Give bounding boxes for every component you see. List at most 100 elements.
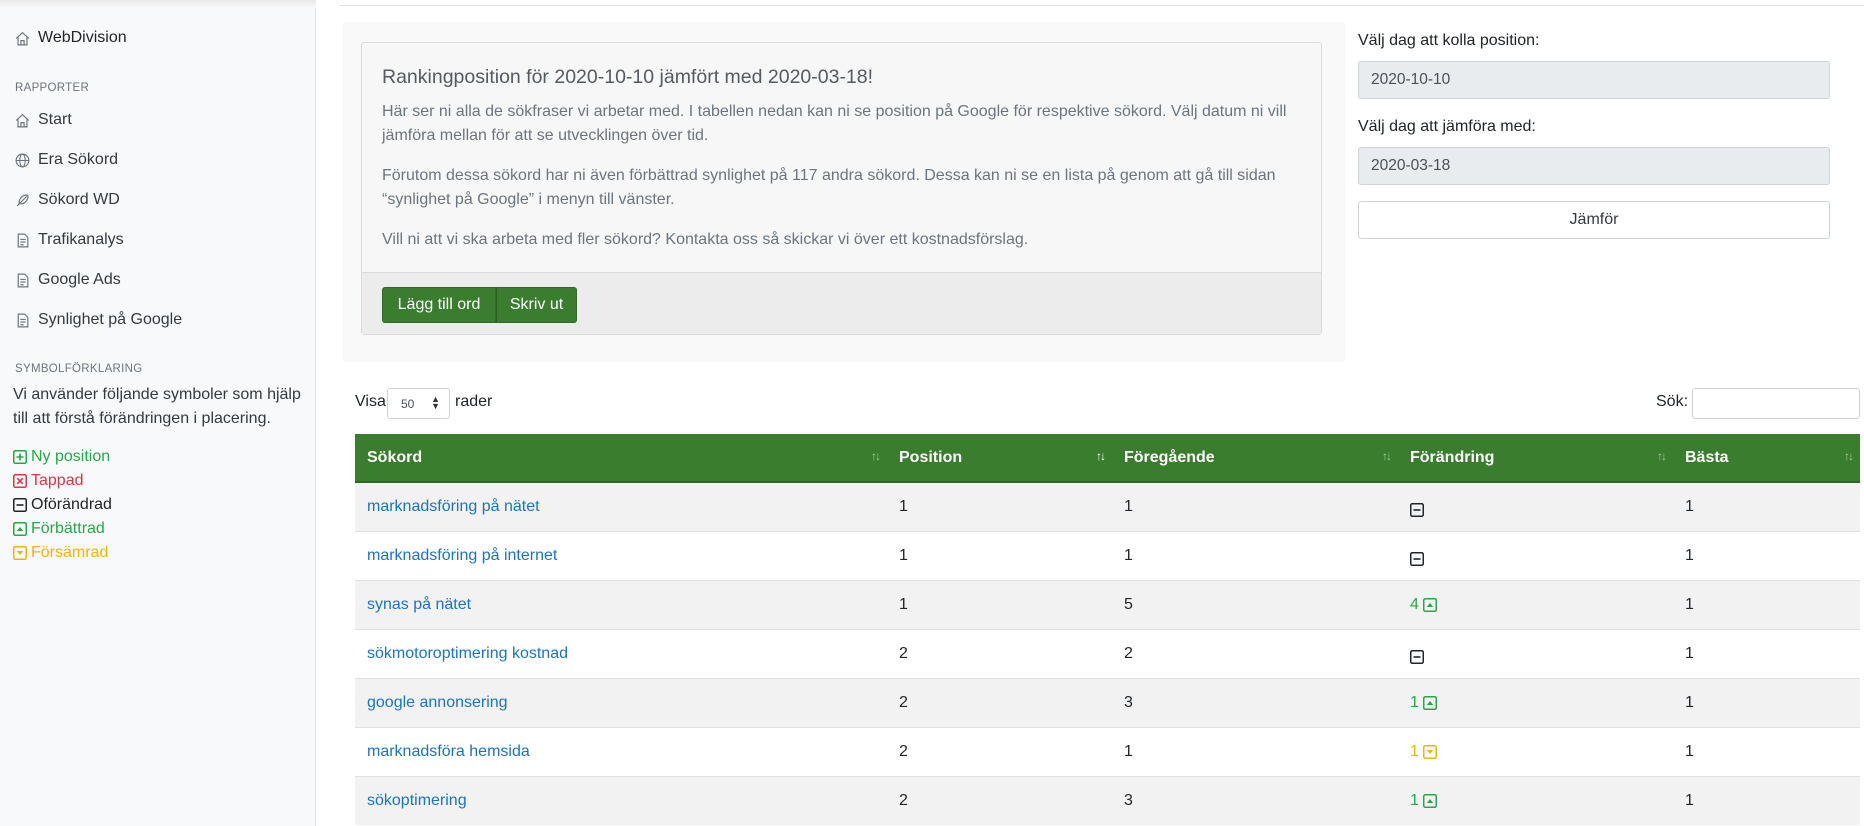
table-row: marknadsföring på nätet 1 1 1: [355, 481, 1860, 531]
legend-label: Förbättrad: [31, 520, 105, 537]
cell-change: 1: [1398, 677, 1673, 727]
home-icon: [15, 113, 30, 127]
column-header-change[interactable]: Förändring ↑↓: [1398, 434, 1673, 483]
keyword-link[interactable]: sökmotoroptimering kostnad: [367, 645, 568, 662]
document-icon: [17, 273, 29, 287]
column-header-position[interactable]: Position ↑↓: [887, 434, 1112, 483]
print-button[interactable]: Skriv ut: [496, 287, 577, 323]
cell-keyword: sökmotoroptimering kostnad: [355, 628, 887, 678]
sidebar: WebDivision RAPPORTER Start Era Sökord S…: [0, 0, 316, 826]
page-size-value: 50: [401, 397, 415, 411]
sort-icon: ↑↓: [1382, 449, 1392, 463]
change-value: 1: [1410, 742, 1419, 760]
cell-keyword: sökoptimering: [355, 775, 887, 825]
sidebar-brand[interactable]: WebDivision: [14, 26, 127, 50]
legend-label: Ny position: [31, 448, 111, 465]
column-header-keyword[interactable]: Sökord ↑↓: [355, 434, 887, 483]
position-date-input[interactable]: 2020-10-10: [1358, 61, 1830, 99]
cell-change: [1398, 481, 1673, 531]
cell-change: 1: [1398, 726, 1673, 776]
table-row: sökmotoroptimering kostnad 2 2 1: [355, 628, 1860, 678]
cell-keyword: marknadsföra hemsida: [355, 726, 887, 776]
column-header-best[interactable]: Bästa ↑↓: [1673, 434, 1860, 483]
info-paragraph: Här ser ni alla de sökfraser vi arbetar …: [382, 103, 1287, 144]
cell-previous: 1: [1112, 481, 1398, 531]
table-row: marknadsföra hemsida 2 1 1 1: [355, 726, 1860, 776]
sidebar-item-trafikanalys[interactable]: Trafikanalys: [14, 228, 124, 252]
table-row: marknadsföring på internet 1 1 1: [355, 530, 1860, 580]
change-indicator: [1410, 551, 1424, 566]
caret-up-square-icon: [1422, 695, 1437, 710]
sort-icon: ↑↓: [1844, 449, 1854, 463]
cell-previous: 1: [1112, 726, 1398, 776]
keyword-table: Sökord ↑↓ Position ↑↓ Föregående ↑↓ Förändr…: [355, 434, 1860, 825]
cell-previous: 1: [1112, 530, 1398, 580]
x-square-icon: [13, 474, 27, 488]
caret-up-square-icon: [1422, 597, 1437, 612]
cell-position: 2: [887, 677, 1112, 727]
table-row: synas på nätet 1 5 4 1: [355, 579, 1860, 629]
info-paragraph: Förutom dessa sökord har ni även förbätt…: [382, 167, 1276, 208]
cell-previous: 2: [1112, 628, 1398, 678]
table-row: sökoptimering 2 3 1 1: [355, 775, 1860, 825]
compare-date-input[interactable]: 2020-03-18: [1358, 147, 1830, 185]
cell-keyword: google annonsering: [355, 677, 887, 727]
keyword-link[interactable]: marknadsföring på nätet: [367, 498, 540, 515]
keyword-link[interactable]: sökoptimering: [367, 792, 467, 809]
change-indicator: 4: [1410, 596, 1437, 614]
sidebar-item-sokord-wd[interactable]: Sökord WD: [14, 188, 120, 212]
cell-keyword: synas på nätet: [355, 579, 887, 629]
info-paragraph: Vill ni att vi ska arbeta med fler sökor…: [382, 231, 1029, 248]
sort-icon: ↑↓: [871, 449, 881, 463]
sidebar-item-google-ads[interactable]: Google Ads: [14, 268, 121, 292]
add-keyword-button[interactable]: Lägg till ord: [382, 287, 496, 323]
show-label: Visa: [355, 393, 386, 410]
keyword-link[interactable]: synas på nätet: [367, 596, 471, 613]
caret-up-square-icon: [13, 522, 27, 536]
cell-best: 1: [1673, 775, 1860, 825]
legend-label: Tappad: [31, 472, 84, 489]
reports-heading: RAPPORTER: [15, 82, 90, 94]
document-icon: [17, 233, 29, 247]
cell-position: 2: [887, 726, 1112, 776]
info-card-footer: Lägg till ord Skriv ut: [362, 272, 1321, 334]
caret-up-square-icon: [1422, 793, 1437, 808]
cell-change: [1398, 628, 1673, 678]
sidebar-item-label: Sökord WD: [38, 191, 120, 208]
page-size-select[interactable]: 50 ▲ ▼: [387, 388, 450, 419]
keyword-link[interactable]: marknadsföra hemsida: [367, 743, 530, 760]
cell-keyword: marknadsföring på nätet: [355, 481, 887, 531]
feather-icon: [16, 193, 29, 206]
change-value: 1: [1410, 791, 1419, 809]
sidebar-item-start[interactable]: Start: [14, 108, 72, 132]
cell-change: 1: [1398, 775, 1673, 825]
column-header-previous[interactable]: Föregående ↑↓: [1112, 434, 1398, 483]
cell-position: 1: [887, 481, 1112, 531]
sidebar-item-label: Google Ads: [38, 271, 121, 288]
globe-icon: [15, 153, 30, 167]
search-label: Sök:: [1656, 393, 1689, 410]
sidebar-item-label: Synlighet på Google: [38, 311, 183, 328]
cell-position: 1: [887, 579, 1112, 629]
cell-previous: 5: [1112, 579, 1398, 629]
sidebar-item-label: Era Sökord: [38, 151, 119, 168]
keyword-link[interactable]: marknadsföring på internet: [367, 547, 557, 564]
cell-best: 1: [1673, 579, 1860, 629]
cell-position: 1: [887, 530, 1112, 580]
change-value: 1: [1410, 693, 1419, 711]
keyword-link[interactable]: google annonsering: [367, 694, 508, 711]
home-icon: [15, 31, 30, 45]
sidebar-item-era-sokord[interactable]: Era Sökord: [14, 148, 118, 172]
search-input[interactable]: [1692, 388, 1860, 419]
cell-best: 1: [1673, 530, 1860, 580]
legend-dropped: Tappad: [13, 470, 84, 492]
cell-change: 4: [1398, 579, 1673, 629]
cell-best: 1: [1673, 481, 1860, 531]
sidebar-item-label: Start: [38, 111, 72, 128]
select-arrows-icon: ▲ ▼: [431, 394, 440, 411]
sidebar-item-synlighet[interactable]: Synlighet på Google: [14, 308, 182, 332]
legend-label: Oförändrad: [31, 496, 112, 513]
caret-down-square-icon: [1422, 744, 1437, 759]
table-header-row: Sökord ↑↓ Position ↑↓ Föregående ↑↓ Förändr…: [355, 434, 1860, 483]
compare-button[interactable]: Jämför: [1358, 201, 1830, 239]
